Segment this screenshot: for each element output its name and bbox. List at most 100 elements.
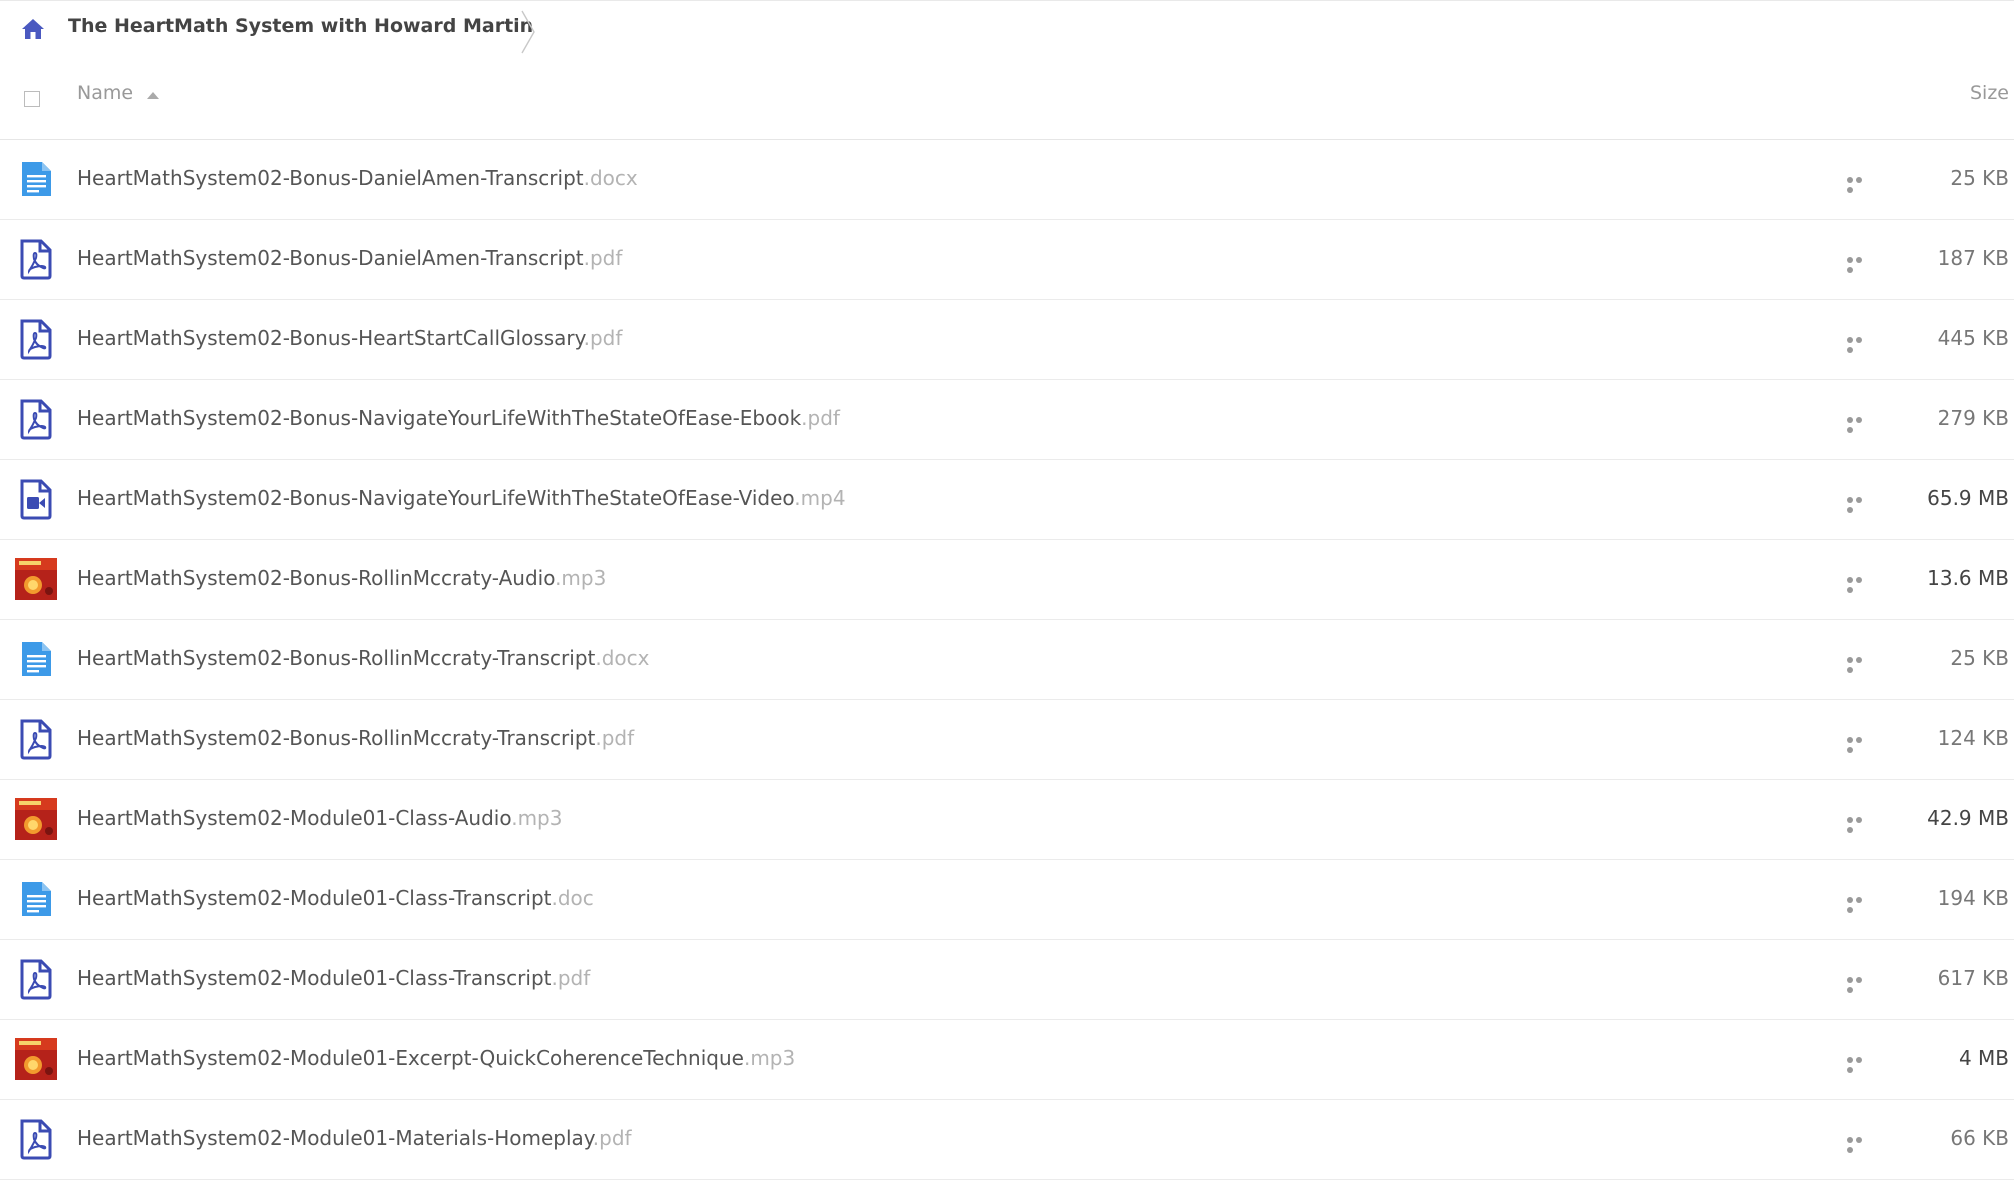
more-options-icon[interactable] (1845, 1055, 1871, 1073)
file-row[interactable]: HeartMathSystem02-Module01-Materials-Hom… (0, 1100, 2014, 1180)
more-options-icon[interactable] (1845, 1135, 1871, 1153)
file-extension: .doc (551, 886, 594, 910)
file-name-base: HeartMathSystem02-Bonus-RollinMccraty-Au… (77, 566, 556, 590)
file-name-base: HeartMathSystem02-Module01-Class-Transcr… (77, 966, 552, 990)
file-name[interactable]: HeartMathSystem02-Bonus-NavigateYourLife… (77, 406, 840, 430)
file-row[interactable]: HeartMathSystem02-Bonus-RollinMccraty-Tr… (0, 700, 2014, 780)
file-size: 124 KB (1937, 726, 2009, 750)
pdf-icon (15, 318, 57, 360)
more-options-icon[interactable] (1845, 975, 1871, 993)
breadcrumb: The HeartMath System with Howard Martin (0, 0, 2014, 57)
file-list: HeartMathSystem02-Bonus-DanielAmen-Trans… (0, 140, 2014, 1180)
file-row[interactable]: HeartMathSystem02-Bonus-DanielAmen-Trans… (0, 220, 2014, 300)
more-options-icon[interactable] (1845, 335, 1871, 353)
file-extension: .pdf (592, 1126, 632, 1150)
file-size: 617 KB (1937, 966, 2009, 990)
more-options-icon[interactable] (1845, 495, 1871, 513)
file-name[interactable]: HeartMathSystem02-Bonus-RollinMccraty-Au… (77, 566, 606, 590)
file-size: 4 MB (1958, 1046, 2009, 1070)
audio-thumbnail-icon (15, 1038, 57, 1080)
sort-ascending-icon[interactable] (147, 92, 159, 99)
select-all-checkbox[interactable] (24, 91, 40, 107)
file-extension: .pdf (551, 966, 591, 990)
file-row[interactable]: HeartMathSystem02-Module01-Excerpt-Quick… (0, 1020, 2014, 1100)
doc-icon (15, 878, 57, 920)
file-name-base: HeartMathSystem02-Module01-Class-Audio (77, 806, 512, 830)
home-icon[interactable] (20, 16, 46, 42)
audio-thumbnail-icon (15, 558, 57, 600)
file-name-base: HeartMathSystem02-Module01-Materials-Hom… (77, 1126, 593, 1150)
file-extension: .pdf (801, 406, 840, 430)
file-row[interactable]: HeartMathSystem02-Bonus-NavigateYourLife… (0, 460, 2014, 540)
file-size: 13.6 MB (1927, 566, 2009, 590)
file-extension: .mp4 (794, 486, 846, 510)
column-header: Name Size (0, 56, 2014, 140)
breadcrumb-current-folder[interactable]: The HeartMath System with Howard Martin (68, 15, 533, 37)
more-options-icon[interactable] (1845, 815, 1871, 833)
file-name-base: HeartMathSystem02-Bonus-RollinMccraty-Tr… (77, 726, 596, 750)
more-options-icon[interactable] (1845, 655, 1871, 673)
file-size: 42.9 MB (1927, 806, 2009, 830)
file-extension: .pdf (583, 326, 623, 350)
file-extension: .mp3 (743, 1046, 796, 1070)
doc-icon (15, 158, 57, 200)
file-size: 66 KB (1950, 1126, 2009, 1150)
file-size: 279 KB (1937, 406, 2009, 430)
file-row[interactable]: HeartMathSystem02-Module01-Class-Transcr… (0, 940, 2014, 1020)
file-name[interactable]: HeartMathSystem02-Bonus-DanielAmen-Trans… (77, 246, 622, 270)
file-size: 65.9 MB (1927, 486, 2009, 510)
file-row[interactable]: HeartMathSystem02-Bonus-RollinMccraty-Tr… (0, 620, 2014, 700)
breadcrumb-separator-icon (521, 10, 535, 54)
more-options-icon[interactable] (1845, 575, 1871, 593)
file-extension: .pdf (583, 246, 623, 270)
file-name[interactable]: HeartMathSystem02-Module01-Class-Audio.m… (77, 806, 562, 830)
file-size: 187 KB (1937, 246, 2009, 270)
file-name-base: HeartMathSystem02-Bonus-NavigateYourLife… (77, 486, 795, 510)
file-name[interactable]: HeartMathSystem02-Module01-Class-Transcr… (77, 966, 590, 990)
file-name[interactable]: HeartMathSystem02-Module01-Materials-Hom… (77, 1126, 632, 1150)
file-row[interactable]: HeartMathSystem02-Bonus-DanielAmen-Trans… (0, 140, 2014, 220)
file-extension: .docx (583, 166, 638, 190)
file-name-base: HeartMathSystem02-Module01-Excerpt-Quick… (77, 1046, 744, 1070)
file-size: 25 KB (1950, 646, 2009, 670)
more-options-icon[interactable] (1845, 735, 1871, 753)
file-name-base: HeartMathSystem02-Bonus-HeartStartCallGl… (77, 326, 584, 350)
pdf-icon (15, 958, 57, 1000)
more-options-icon[interactable] (1845, 255, 1871, 273)
file-extension: .mp3 (555, 566, 607, 590)
file-name-base: HeartMathSystem02-Bonus-DanielAmen-Trans… (77, 246, 584, 270)
more-options-icon[interactable] (1845, 895, 1871, 913)
audio-thumbnail-icon (15, 798, 57, 840)
pdf-icon (15, 1118, 57, 1160)
doc-icon (15, 638, 57, 680)
file-row[interactable]: HeartMathSystem02-Module01-Class-Audio.m… (0, 780, 2014, 860)
pdf-icon (15, 718, 57, 760)
file-row[interactable]: HeartMathSystem02-Module01-Class-Transcr… (0, 860, 2014, 940)
file-name[interactable]: HeartMathSystem02-Module01-Class-Transcr… (77, 886, 594, 910)
file-row[interactable]: HeartMathSystem02-Bonus-RollinMccraty-Au… (0, 540, 2014, 620)
file-name-base: HeartMathSystem02-Bonus-DanielAmen-Trans… (77, 166, 584, 190)
file-size: 445 KB (1937, 326, 2009, 350)
more-options-icon[interactable] (1845, 415, 1871, 433)
file-name[interactable]: HeartMathSystem02-Bonus-DanielAmen-Trans… (77, 166, 638, 190)
more-options-icon[interactable] (1845, 175, 1871, 193)
pdf-icon (15, 398, 57, 440)
video-icon (15, 478, 57, 520)
file-row[interactable]: HeartMathSystem02-Bonus-HeartStartCallGl… (0, 300, 2014, 380)
file-row[interactable]: HeartMathSystem02-Bonus-NavigateYourLife… (0, 380, 2014, 460)
file-name[interactable]: HeartMathSystem02-Bonus-HeartStartCallGl… (77, 326, 622, 350)
size-column-header[interactable]: Size (1970, 82, 2009, 104)
file-name[interactable]: HeartMathSystem02-Bonus-NavigateYourLife… (77, 486, 846, 510)
file-name[interactable]: HeartMathSystem02-Bonus-RollinMccraty-Tr… (77, 726, 634, 750)
file-extension: .pdf (595, 726, 635, 750)
name-column-header[interactable]: Name (77, 82, 133, 104)
file-name[interactable]: HeartMathSystem02-Module01-Excerpt-Quick… (77, 1046, 795, 1070)
file-name-base: HeartMathSystem02-Module01-Class-Transcr… (77, 886, 552, 910)
file-size: 25 KB (1950, 166, 2009, 190)
file-extension: .mp3 (511, 806, 563, 830)
file-name-base: HeartMathSystem02-Bonus-NavigateYourLife… (77, 406, 802, 430)
file-name[interactable]: HeartMathSystem02-Bonus-RollinMccraty-Tr… (77, 646, 649, 670)
file-extension: .docx (595, 646, 650, 670)
file-size: 194 KB (1937, 886, 2009, 910)
pdf-icon (15, 238, 57, 280)
